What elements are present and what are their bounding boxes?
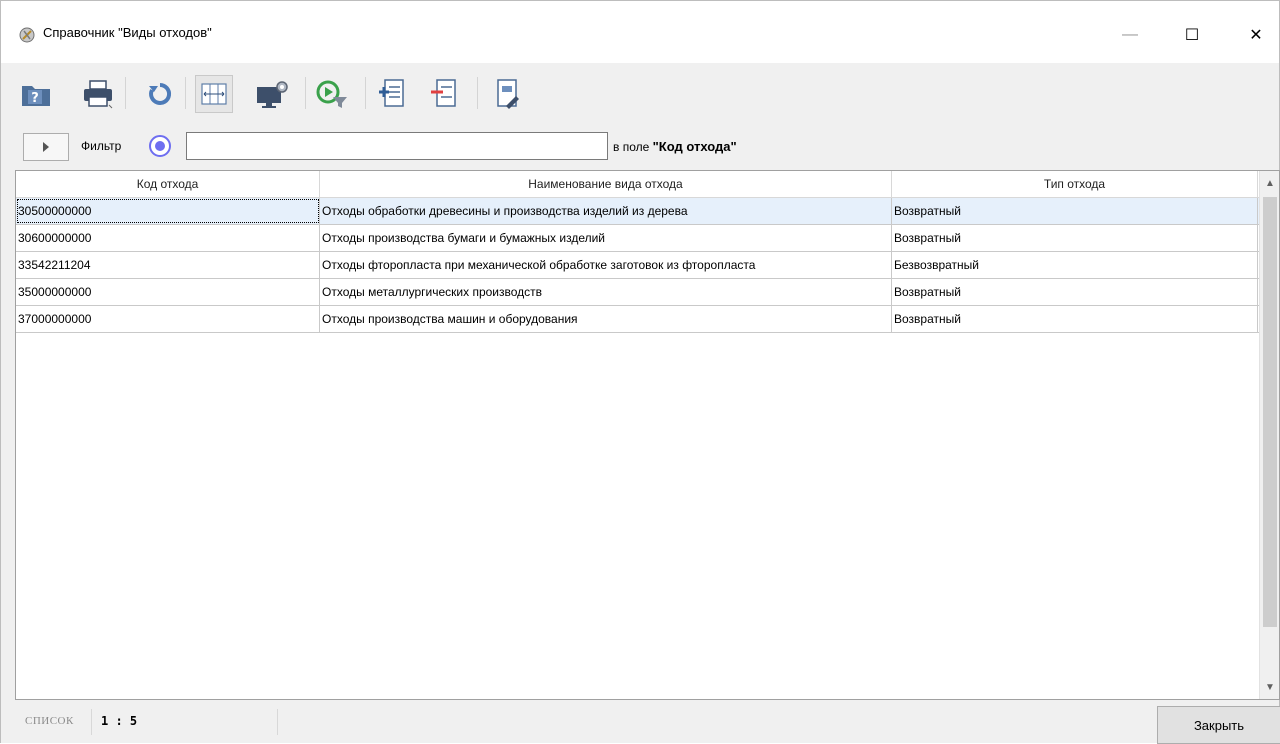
edit-record-button[interactable] <box>489 75 527 113</box>
cell-type[interactable]: Безвозвратный <box>892 252 1258 278</box>
column-header-code[interactable]: Код отхода <box>16 171 320 198</box>
toolbar-separator <box>365 77 366 109</box>
vertical-scrollbar[interactable]: ▲ ▼ <box>1259 171 1279 699</box>
toolbar-separator <box>125 77 126 109</box>
grid-body: 30500000000 Отходы обработки древесины и… <box>16 198 1259 333</box>
cell-code[interactable]: 37000000000 <box>16 306 320 332</box>
fit-columns-button[interactable] <box>195 75 233 113</box>
filter-field-name: "Код отхода" <box>652 139 737 154</box>
cell-name[interactable]: Отходы производства машин и оборудования <box>320 306 892 332</box>
cell-name[interactable]: Отходы обработки древесины и производств… <box>320 198 892 224</box>
toolbar-separator <box>305 77 306 109</box>
close-window-button[interactable]: ✕ <box>1233 15 1279 55</box>
filter-field-caption: в поле "Код отхода" <box>613 139 737 154</box>
screen-settings-button[interactable] <box>253 75 291 113</box>
app-icon <box>19 27 35 43</box>
cell-name[interactable]: Отходы металлургических производств <box>320 279 892 305</box>
status-divider <box>277 709 278 735</box>
help-folder-icon: ? <box>22 86 50 106</box>
add-record-icon <box>379 79 404 107</box>
toolbar: ? <box>1 63 1279 129</box>
cell-type[interactable]: Возвратный <box>892 306 1258 332</box>
scroll-up-icon[interactable]: ▲ <box>1260 173 1280 193</box>
close-icon: ✕ <box>1249 27 1263 44</box>
column-header-type[interactable]: Тип отхода <box>892 171 1258 198</box>
cell-name[interactable]: Отходы производства бумаги и бумажных из… <box>320 225 892 251</box>
refresh-icon <box>149 82 172 105</box>
record-position: 1 : 5 <box>101 714 138 728</box>
filter-label: Фильтр <box>81 139 122 153</box>
play-arrow-icon <box>43 142 49 152</box>
title-bar: Справочник "Виды отходов" — ☐ ✕ <box>1 1 1279 63</box>
table-row[interactable]: 35000000000 Отходы металлургических прои… <box>16 279 1259 306</box>
cell-code[interactable]: 33542211204 <box>16 252 320 278</box>
cell-type[interactable]: Возвратный <box>892 198 1258 224</box>
fit-columns-icon <box>201 83 227 105</box>
maximize-button[interactable]: ☐ <box>1169 15 1215 55</box>
radio-dot-icon <box>155 141 165 151</box>
run-filter-icon <box>316 80 347 108</box>
refresh-button[interactable] <box>141 75 179 113</box>
scroll-thumb[interactable] <box>1263 197 1277 627</box>
add-record-button[interactable] <box>373 75 411 113</box>
cell-type[interactable]: Возвратный <box>892 225 1258 251</box>
filter-radio[interactable] <box>149 135 171 157</box>
table-row[interactable]: 33542211204 Отходы фторопласта при механ… <box>16 252 1259 279</box>
filter-field-prefix: в поле <box>613 140 650 154</box>
delete-record-icon <box>431 79 456 107</box>
status-divider <box>91 709 92 735</box>
minimize-icon: — <box>1122 26 1138 43</box>
table-row[interactable]: 30600000000 Отходы производства бумаги и… <box>16 225 1259 252</box>
toolbar-separator <box>185 77 186 109</box>
grid-header: Код отхода Наименование вида отхода Тип … <box>16 171 1259 198</box>
cell-name[interactable]: Отходы фторопласта при механической обра… <box>320 252 892 278</box>
status-mode-label: СПИСОК <box>25 715 74 727</box>
waste-types-grid[interactable]: Код отхода Наименование вида отхода Тип … <box>15 170 1280 700</box>
dictionary-window: Справочник "Виды отходов" — ☐ ✕ ? Фильтр… <box>0 0 1280 744</box>
cell-code[interactable]: 30600000000 <box>16 225 320 251</box>
edit-record-icon <box>497 79 519 109</box>
toolbar-separator <box>477 77 478 109</box>
svg-text:?: ? <box>31 91 39 106</box>
status-bar: СПИСОК 1 : 5 Закрыть <box>1 701 1280 744</box>
cell-code[interactable]: 30500000000 <box>16 198 320 224</box>
expand-filter-button[interactable] <box>23 133 69 161</box>
printer-icon <box>84 80 113 109</box>
maximize-icon: ☐ <box>1184 27 1200 44</box>
minimize-button[interactable]: — <box>1107 15 1153 55</box>
monitor-settings-icon <box>257 81 288 108</box>
filter-input[interactable] <box>186 132 608 160</box>
print-button[interactable] <box>79 75 117 113</box>
window-title: Справочник "Виды отходов" <box>43 25 212 40</box>
table-row[interactable]: 30500000000 Отходы обработки древесины и… <box>16 198 1259 225</box>
filter-row: Фильтр в поле "Код отхода" <box>1 129 1279 171</box>
apply-filter-button[interactable] <box>313 75 351 113</box>
scroll-down-icon[interactable]: ▼ <box>1260 677 1280 697</box>
cell-code[interactable]: 35000000000 <box>16 279 320 305</box>
column-header-name[interactable]: Наименование вида отхода <box>320 171 892 198</box>
delete-record-button[interactable] <box>425 75 463 113</box>
cell-type[interactable]: Возвратный <box>892 279 1258 305</box>
table-row[interactable]: 37000000000 Отходы производства машин и … <box>16 306 1259 333</box>
close-button[interactable]: Закрыть <box>1157 706 1280 744</box>
help-button[interactable]: ? <box>17 75 55 113</box>
